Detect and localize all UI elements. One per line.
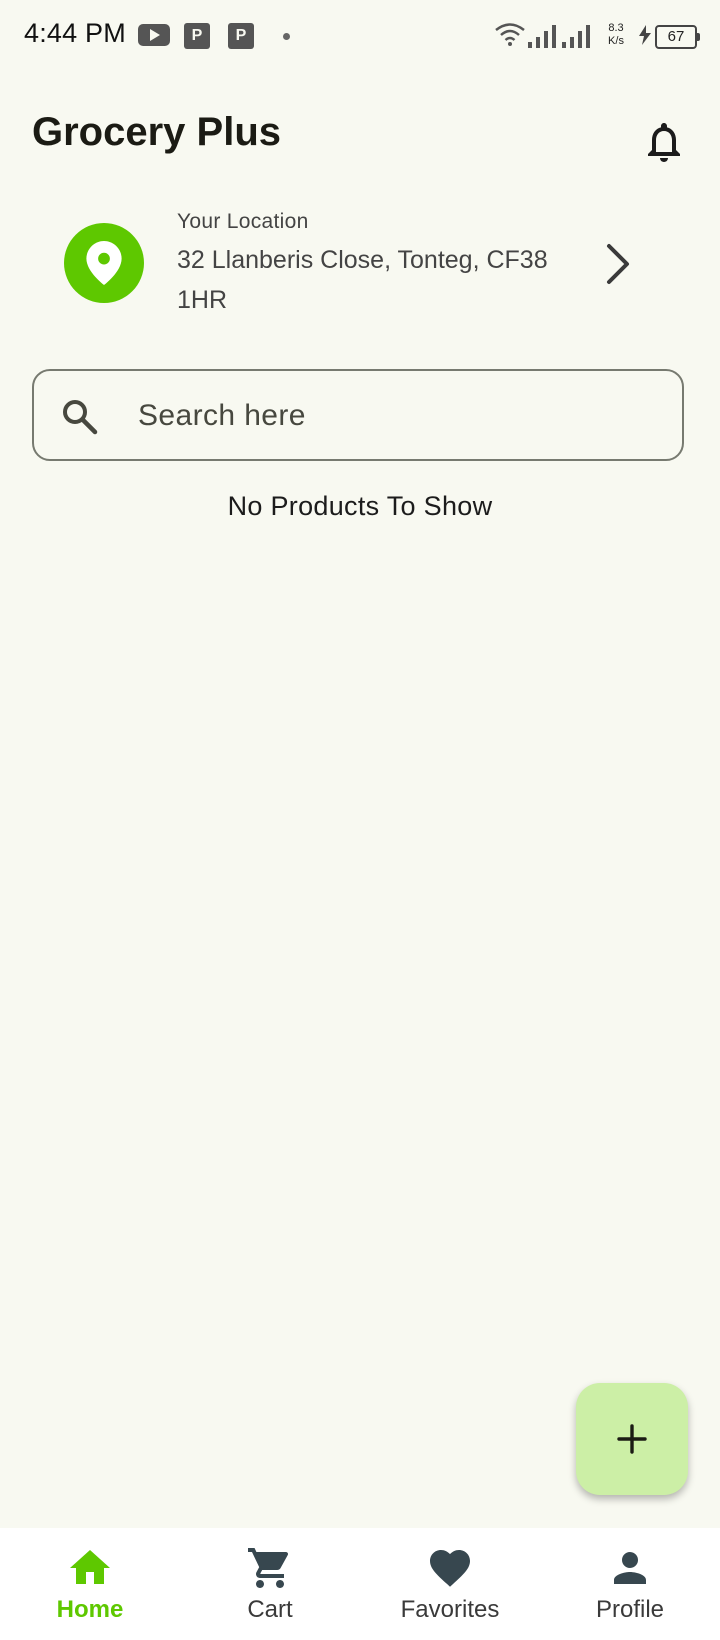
nav-item-cart[interactable]: Cart [180,1528,360,1640]
speed-value: 8.3 [608,22,624,34]
dot-icon [283,33,290,40]
nav-label: Cart [247,1596,293,1623]
nav-label: Favorites [400,1596,500,1623]
youtube-icon [138,24,170,46]
notifications-button[interactable] [640,118,688,166]
nav-label: Home [56,1596,124,1623]
search-bar[interactable] [32,369,684,461]
battery-icon: 67 [655,25,700,49]
nav-label: Profile [595,1596,665,1623]
nav-item-profile[interactable]: Profile [540,1528,720,1640]
notification-app-icon: P [228,23,254,49]
plus-icon [617,1424,647,1454]
location-pin-icon [86,241,122,285]
location-address: 32 Llanberis Close, Tonteg, CF38 1HR [177,246,548,314]
empty-state-message: No Products To Show [227,491,493,521]
search-input[interactable] [136,371,660,461]
bell-icon [640,123,688,170]
location-caption: Your Location [177,210,309,233]
chevron-right-icon[interactable] [599,240,639,288]
heart-icon [430,1550,470,1587]
bottom-navigation: Home Cart Favorites Profile [0,1528,720,1640]
network-speed: 8.3 K/s [604,22,628,48]
person-icon [614,1552,646,1584]
signal-icon [562,24,592,53]
speed-unit: K/s [608,35,624,47]
signal-icon [528,24,558,53]
status-time: 4:44 PM [24,18,126,48]
home-icon [70,1550,110,1584]
wifi-icon [494,22,526,51]
page-title: Grocery Plus [32,110,282,154]
location-badge [64,223,144,303]
battery-level: 67 [667,28,685,45]
cart-icon [248,1548,289,1588]
status-bar: 4:44 PM P P 8.3 K/s 67 [0,0,720,74]
add-product-button[interactable] [576,1383,688,1495]
nav-item-favorites[interactable]: Favorites [360,1528,540,1640]
search-icon [60,397,100,442]
charging-icon [638,25,652,50]
notification-app-icon: P [184,23,210,49]
nav-item-home[interactable]: Home [0,1528,180,1640]
location-selector[interactable]: Your Location 32 Llanberis Close, Tonteg… [32,200,688,320]
